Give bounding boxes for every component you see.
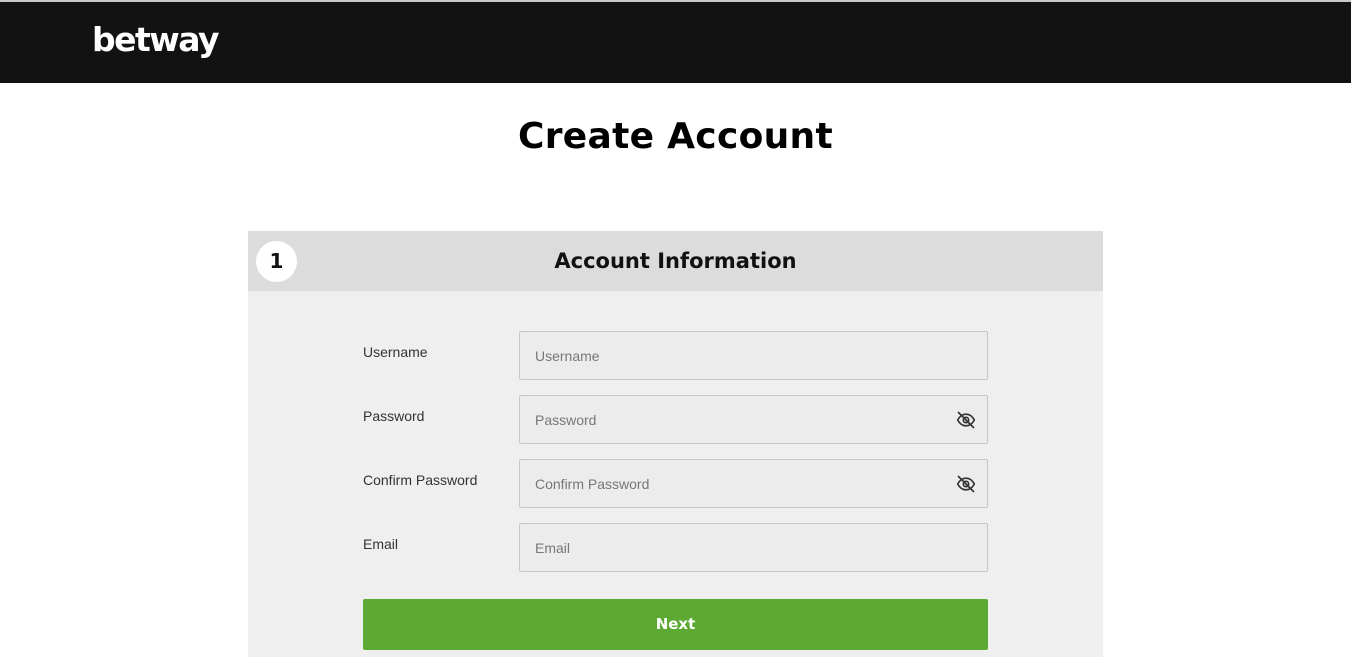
password-input[interactable] xyxy=(519,395,988,444)
username-label: Username xyxy=(363,344,428,360)
confirm-password-input[interactable] xyxy=(519,459,988,508)
account-form-card: 1 Account Information Username Password … xyxy=(248,231,1103,657)
next-button[interactable]: Next xyxy=(363,599,988,650)
site-header: betway xyxy=(0,2,1351,83)
email-label: Email xyxy=(363,536,399,552)
confirm-password-row: Confirm Password xyxy=(363,459,988,508)
confirm-password-label: Confirm Password xyxy=(363,472,478,488)
section-title: Account Information xyxy=(554,249,797,273)
username-row: Username xyxy=(363,331,988,380)
email-input[interactable] xyxy=(519,523,988,572)
eye-off-icon[interactable] xyxy=(956,410,976,430)
password-label: Password xyxy=(363,408,425,424)
betway-logo[interactable]: betway xyxy=(92,20,220,60)
email-row: Email xyxy=(363,523,988,572)
eye-off-icon[interactable] xyxy=(956,474,976,494)
password-row: Password xyxy=(363,395,988,444)
page-title: Create Account xyxy=(518,116,833,157)
section-header: 1 Account Information xyxy=(248,231,1103,291)
username-input[interactable] xyxy=(519,331,988,380)
